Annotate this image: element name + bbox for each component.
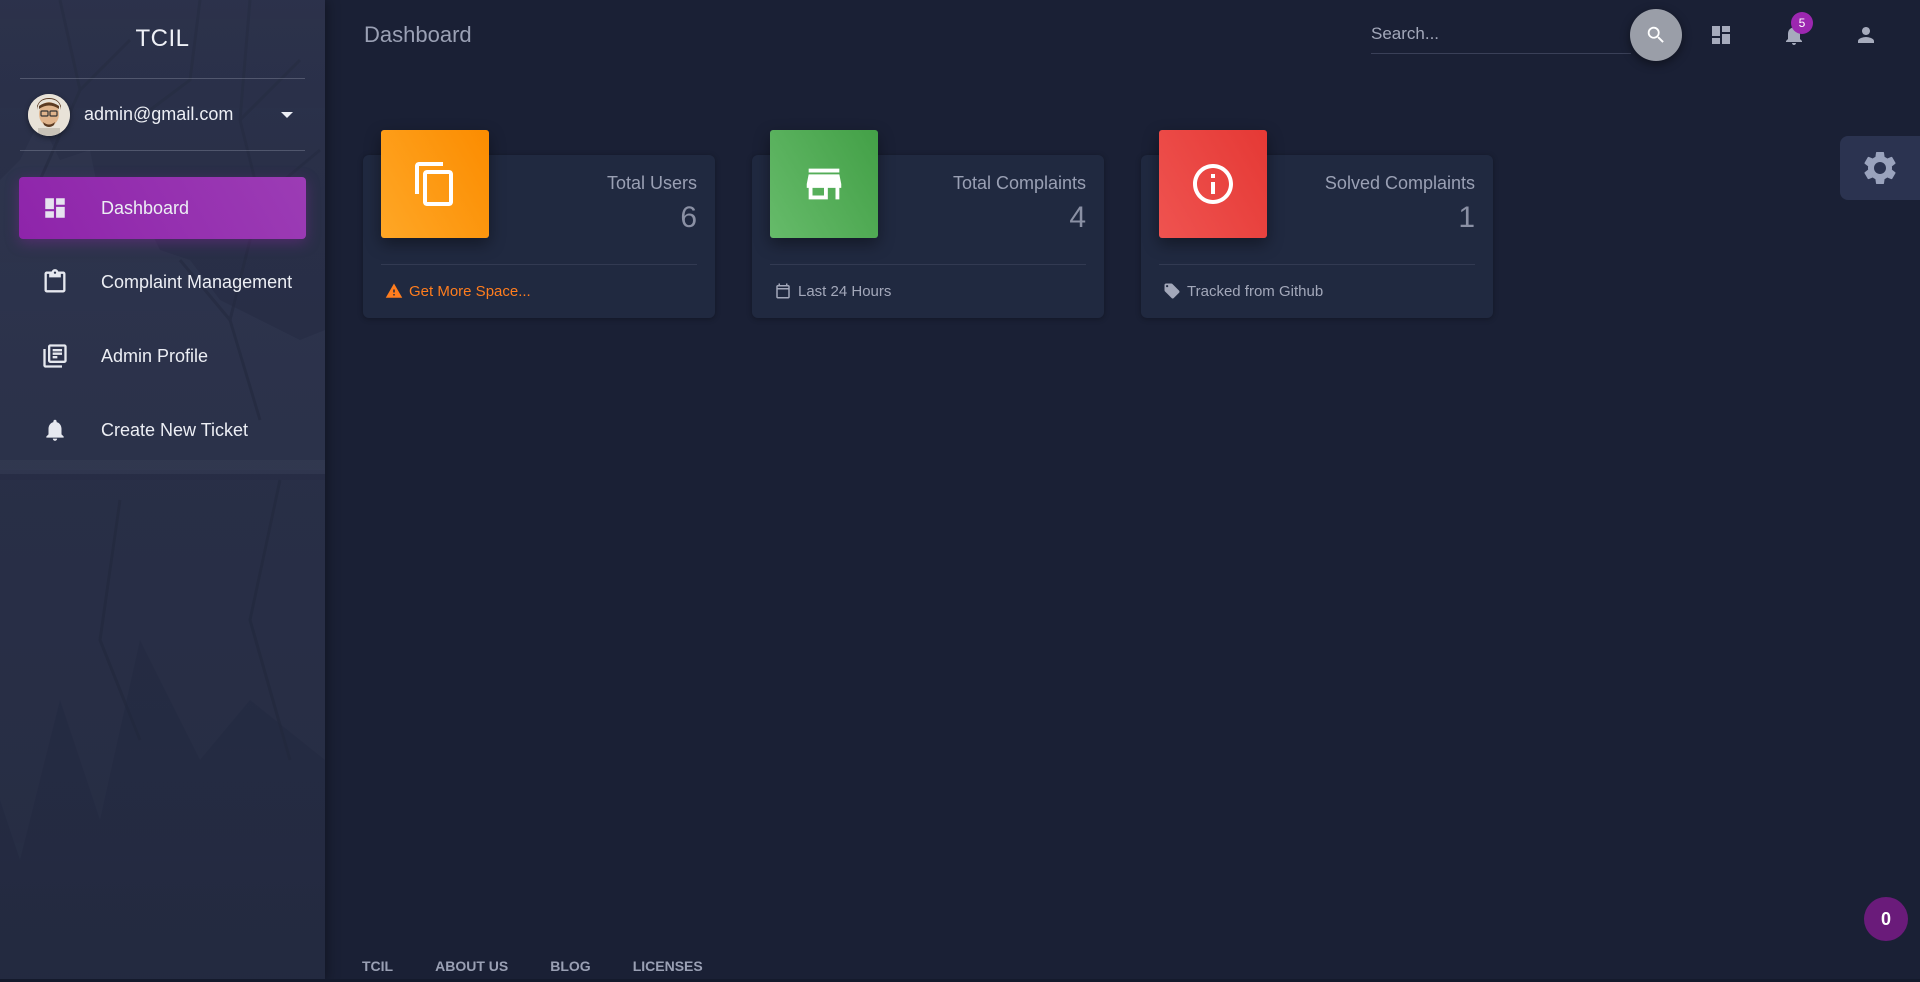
- warning-icon: [385, 282, 403, 300]
- sidebar-item-dashboard[interactable]: Dashboard: [19, 177, 306, 239]
- card-divider: [381, 264, 697, 265]
- chat-count-bubble[interactable]: 0: [1864, 897, 1908, 941]
- card-footer: Get More Space...: [385, 282, 531, 300]
- sidebar-item-admin-profile[interactable]: Admin Profile: [19, 325, 306, 387]
- user-avatar-icon: [28, 93, 70, 136]
- search-input[interactable]: [1371, 14, 1631, 53]
- card-footer-text: Tracked from Github: [1187, 282, 1324, 300]
- settings-plugin-button[interactable]: [1840, 136, 1920, 200]
- search-field: [1371, 14, 1631, 54]
- bell-icon: [39, 414, 71, 446]
- footer-nav: TCIL About Us Blog Licenses: [362, 958, 745, 974]
- footer-link-tcil[interactable]: TCIL: [362, 958, 393, 974]
- stat-card-total-complaints: Total Complaints 4 Last 24 Hours: [752, 130, 1104, 318]
- sidebar-item-label: Create New Ticket: [101, 419, 249, 440]
- calendar-icon: [774, 282, 792, 300]
- person-icon: [1854, 23, 1878, 47]
- card-category: Total Complaints: [952, 173, 1086, 193]
- search-button[interactable]: [1630, 9, 1682, 61]
- card-category: Total Users: [606, 173, 697, 193]
- clipboard-icon: [39, 266, 71, 298]
- page-title[interactable]: Dashboard: [364, 22, 472, 48]
- card-value: 6: [680, 201, 697, 234]
- footer-link-licenses[interactable]: Licenses: [633, 958, 703, 974]
- card-footer: Last 24 Hours: [774, 282, 891, 300]
- notification-count-badge: 5: [1791, 12, 1813, 34]
- sidebar-item-complaint-management[interactable]: Complaint Management: [19, 251, 306, 313]
- sidebar-item-label: Admin Profile: [101, 345, 209, 366]
- card-divider: [1159, 264, 1475, 265]
- gear-icon: [1860, 148, 1900, 188]
- brand-logo-text[interactable]: TCIL: [20, 0, 305, 79]
- info-outline-icon: [1159, 130, 1267, 238]
- stat-card-solved-complaints: Solved Complaints 1 Tracked from Github: [1141, 130, 1493, 318]
- user-email: admin@gmail.com: [84, 104, 234, 124]
- card-value: 1: [1458, 201, 1475, 234]
- dashboard-icon: [1709, 23, 1733, 47]
- dashboard-shortcut-button[interactable]: [1706, 20, 1736, 50]
- sidebar: TCIL admin@gmail.com Dashboard Complaint…: [0, 0, 325, 982]
- library-books-icon: [39, 340, 71, 372]
- card-divider: [770, 264, 1086, 265]
- card-value: 4: [1069, 201, 1086, 234]
- tag-icon: [1163, 282, 1181, 300]
- user-account-button[interactable]: [1851, 20, 1881, 50]
- get-more-space-link[interactable]: Get More Space...: [409, 283, 531, 300]
- stat-card-total-users: Total Users 6 Get More Space...: [363, 130, 715, 318]
- card-footer: Tracked from Github: [1163, 282, 1323, 300]
- user-menu-toggle[interactable]: admin@gmail.com: [20, 79, 305, 151]
- search-icon: [1645, 24, 1667, 46]
- sidebar-item-label: Dashboard: [101, 197, 190, 218]
- sidebar-item-create-new-ticket[interactable]: Create New Ticket: [19, 399, 306, 461]
- chevron-down-icon: [281, 111, 293, 118]
- footer-link-blog[interactable]: Blog: [550, 958, 590, 974]
- store-icon: [770, 130, 878, 238]
- dashboard-icon: [39, 192, 71, 224]
- card-footer-text: Last 24 Hours: [798, 282, 892, 300]
- card-category: Solved Complaints: [1324, 173, 1475, 193]
- sidebar-item-label: Complaint Management: [101, 271, 293, 292]
- footer-link-about-us[interactable]: About Us: [435, 958, 508, 974]
- sidebar-nav: Dashboard Complaint Management Admin Pro…: [0, 177, 325, 461]
- content-copy-icon: [381, 130, 489, 238]
